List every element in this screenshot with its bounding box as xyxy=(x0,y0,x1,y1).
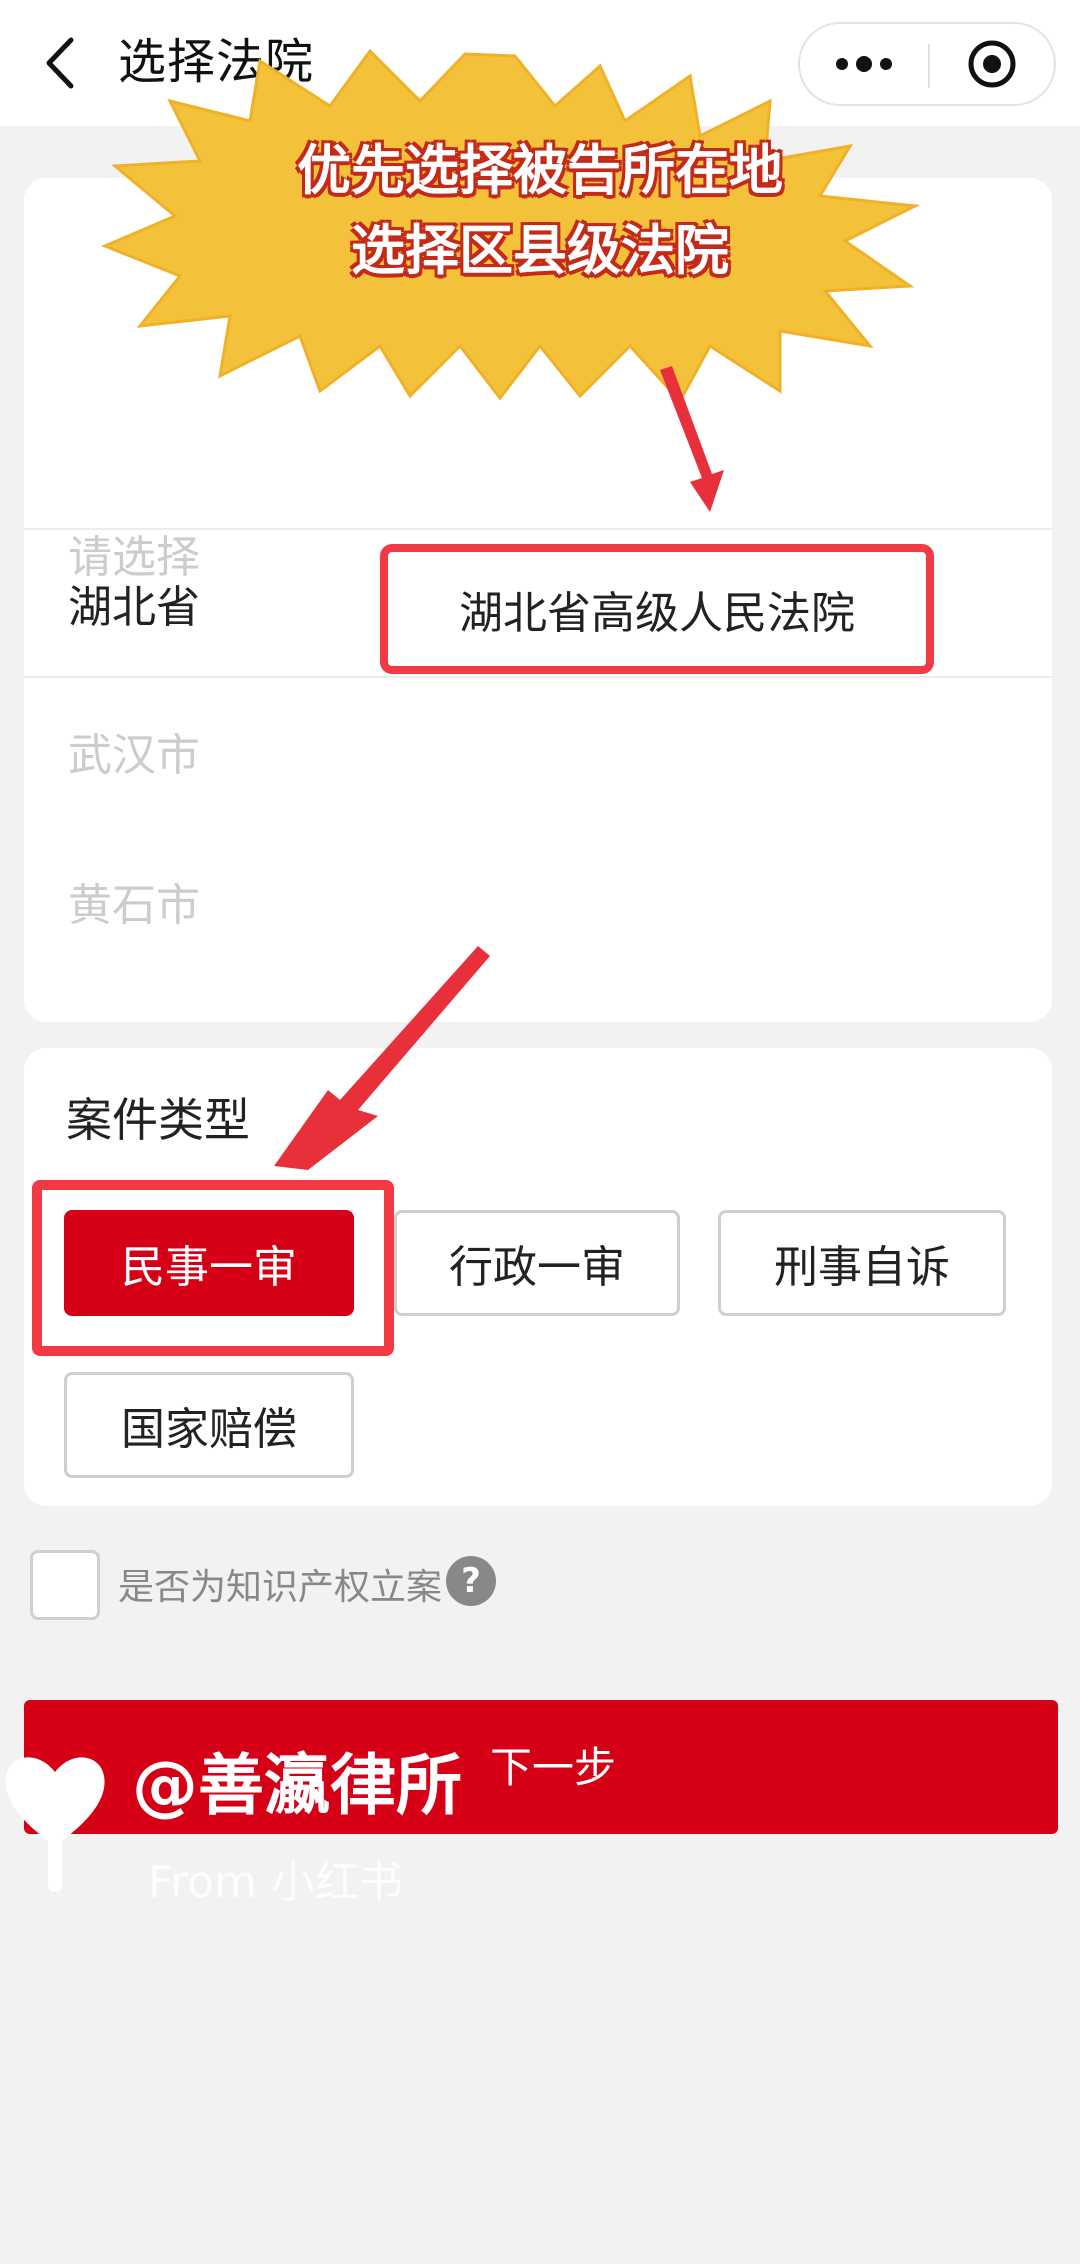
case-type-title: 案件类型 xyxy=(66,1093,250,1147)
highlight-box xyxy=(32,1180,394,1356)
heart-logo-icon xyxy=(5,1757,105,1892)
ip-case-checkbox[interactable] xyxy=(30,1550,100,1620)
case-type-criminal-private-button[interactable]: 刑事自诉 xyxy=(718,1210,1006,1316)
target-close-icon xyxy=(968,40,1016,88)
chevron-left-icon xyxy=(46,37,74,89)
court-option-highlighted[interactable]: 湖北省高级人民法院 xyxy=(380,544,934,674)
case-type-state-compensation-button[interactable]: 国家赔偿 xyxy=(64,1372,354,1478)
region-row-city[interactable]: 武汉市 xyxy=(24,676,1052,826)
close-mini-program-button[interactable] xyxy=(930,24,1054,104)
callout-line-1: 优先选择被告所在地 xyxy=(297,139,783,202)
next-step-label: 下一步 xyxy=(490,1743,617,1792)
page: 选择法院 请选择 湖北省 武汉市 黄石市 湖北省高级人民法院 案件类型 民事一审… xyxy=(0,0,1080,2264)
callout-line-2: 选择区县级法院 xyxy=(351,219,729,282)
watermark-source: From 小红书 xyxy=(148,1857,403,1908)
help-icon[interactable]: ? xyxy=(446,1556,496,1606)
watermark-handle: @善瀛律所 xyxy=(132,1747,462,1824)
arrow-down-icon xyxy=(660,366,724,512)
case-type-administrative-button[interactable]: 行政一审 xyxy=(394,1210,680,1316)
arrow-pointer-icon xyxy=(274,946,490,1170)
ip-case-label: 是否为知识产权立案 xyxy=(118,1567,443,1608)
region-row-city[interactable]: 黄石市 xyxy=(24,826,1052,976)
back-button[interactable] xyxy=(30,30,90,96)
